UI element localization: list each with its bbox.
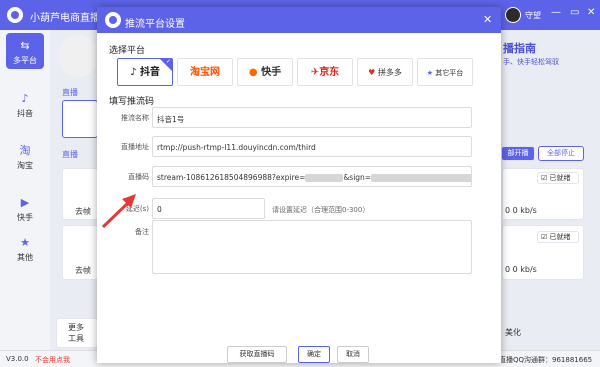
platform-other[interactable]: ★ 其它平台 <box>417 58 473 86</box>
stream-row-label-2: 去帧 <box>75 266 91 275</box>
bitrate-2: 0 0 kb/s <box>505 265 537 274</box>
delay-input[interactable]: 0 <box>152 198 265 219</box>
qq-group-label: 直播QQ沟通群：961881665 <box>499 356 593 364</box>
cancel-button[interactable]: 取消 <box>337 346 369 363</box>
confirm-button[interactable]: 确定 <box>298 346 330 363</box>
pinduoduo-logo-icon: ♥ <box>368 68 376 77</box>
kuaishou-icon: ▶ <box>20 196 30 209</box>
stream-code-label: 直播码 <box>128 173 149 181</box>
selected-check-icon: ✓ <box>165 58 171 65</box>
stop-all-button[interactable]: 全部停止 <box>538 146 584 161</box>
status-badge-1: ☑ 已就绪 <box>537 172 579 184</box>
bg-live-label: 直播 <box>62 88 78 97</box>
stream-address-label: 直播地址 <box>121 143 149 151</box>
bitrate-1: 0 0 kb/s <box>505 206 537 215</box>
platform-douyin[interactable]: ✓ ♪ 抖音 <box>117 58 173 86</box>
bg-live-box <box>62 100 98 138</box>
taobao-icon: 淘 <box>19 144 31 157</box>
delay-hint: 请设置延迟（合理范围0-300） <box>272 206 370 214</box>
get-stream-code-button[interactable]: 获取直播码 <box>227 346 287 363</box>
select-platform-heading: 选择平台 <box>109 46 146 56</box>
platform-taobao[interactable]: 淘宝网 <box>177 58 233 86</box>
beautify-label[interactable]: 美化 <box>505 327 521 338</box>
annotation-arrow-icon <box>101 194 136 229</box>
sidebar-item-multi-platform[interactable]: ⇆ 多平台 <box>6 33 44 69</box>
star-icon: ★ <box>20 236 30 249</box>
broadcaster-avatar <box>58 35 100 77</box>
sidebar-item-douyin[interactable]: ♪ 抖音 <box>6 86 44 122</box>
kuaishou-logo-icon: ● <box>248 67 258 78</box>
guide-banner-title: 播指南 <box>503 42 536 55</box>
user-avatar[interactable] <box>505 7 521 23</box>
douyin-logo-icon: ♪ <box>130 67 137 78</box>
note-textarea[interactable] <box>152 220 472 274</box>
minimize-icon[interactable]: — <box>551 8 561 18</box>
help-link[interactable]: 不会用点我 <box>35 355 70 365</box>
more-tools-label[interactable]: 更多 工具 <box>68 322 84 344</box>
redacted-block <box>305 174 344 182</box>
platform-pinduoduo[interactable]: ♥ 拼多多 <box>357 58 413 86</box>
stream-row-label-1: 去帧 <box>75 207 91 216</box>
maximize-icon[interactable]: ▭ <box>570 8 579 18</box>
guide-banner-subtitle: 手、快手轻松驾驭 <box>503 58 559 66</box>
dialog-header: 推流平台设置 ✕ <box>97 7 501 33</box>
platform-jd[interactable]: ✈京东 <box>297 58 353 86</box>
stream-name-label: 推流名称 <box>121 114 149 122</box>
sidebar-item-other[interactable]: ★ 其他 <box>6 230 44 266</box>
check-icon: ☑ <box>541 174 548 182</box>
app-logo-icon <box>7 7 23 23</box>
platform-kuaishou[interactable]: ● 快手 <box>237 58 293 86</box>
sidebar: ⇆ 多平台 ♪ 抖音 淘 淘宝 ▶ 快手 ★ 其他 <box>0 30 50 350</box>
fill-code-heading: 填写推流码 <box>109 97 155 107</box>
dialog-title: 推流平台设置 <box>125 19 185 30</box>
douyin-icon: ♪ <box>21 92 29 105</box>
dialog-logo-icon <box>105 12 121 28</box>
bg-live-label-2: 直播 <box>62 150 78 159</box>
close-window-icon[interactable]: ✕ <box>587 8 595 18</box>
version-label: V3.0.0 <box>6 355 29 363</box>
stream-address-input[interactable]: rtmp://push-rtmp-l11.douyincdn.com/third <box>152 136 472 157</box>
push-platform-settings-dialog: 推流平台设置 ✕ 选择平台 ✓ ♪ 抖音 淘宝网 ● 快手 ✈京东 ♥ 拼多多 … <box>97 7 501 363</box>
check-icon: ☑ <box>541 233 548 241</box>
star-icon: ★ <box>426 69 434 77</box>
user-name[interactable]: 守望 <box>525 10 541 21</box>
stream-name-input[interactable]: 抖音1号 <box>152 107 472 128</box>
status-badge-2: ☑ 已就绪 <box>537 231 579 243</box>
sidebar-item-kuaishou[interactable]: ▶ 快手 <box>6 190 44 226</box>
multi-platform-icon: ⇆ <box>20 39 30 52</box>
jd-logo-icon: ✈ <box>310 67 320 78</box>
sidebar-item-taobao[interactable]: 淘 淘宝 <box>6 138 44 174</box>
redacted-block <box>371 174 471 182</box>
stream-code-input[interactable]: stream-108612618504896988?expire= &sign= <box>152 166 472 187</box>
start-all-button[interactable]: 部开播 <box>501 146 535 161</box>
dialog-close-icon[interactable]: ✕ <box>483 13 492 26</box>
